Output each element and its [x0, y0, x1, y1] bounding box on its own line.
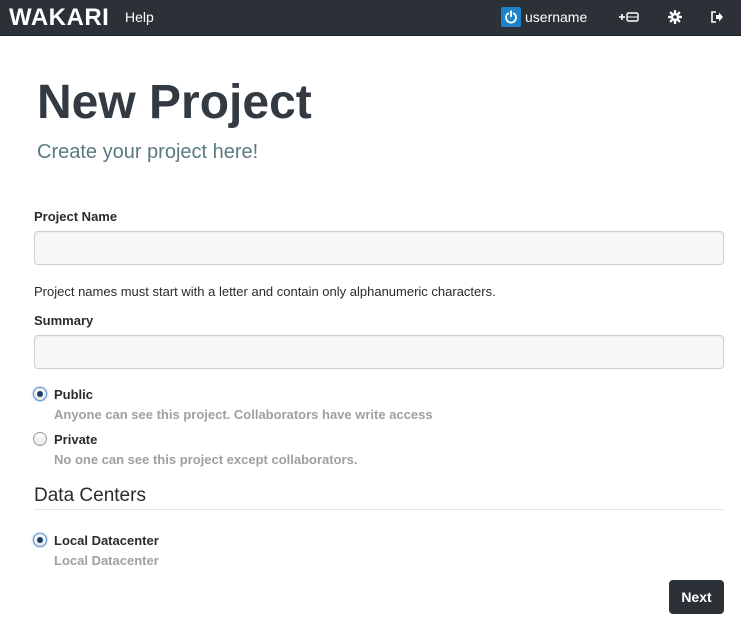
- private-description: No one can see this project except colla…: [54, 452, 358, 467]
- data-centers-heading: Data Centers: [34, 485, 146, 506]
- page-title: New Project: [37, 76, 312, 129]
- brand-logo[interactable]: WAKARI: [9, 3, 109, 33]
- public-label[interactable]: Public: [54, 386, 93, 403]
- power-icon: [501, 7, 521, 27]
- next-button[interactable]: Next: [669, 580, 724, 614]
- local-datacenter-radio[interactable]: [33, 533, 47, 547]
- public-radio[interactable]: [33, 387, 47, 401]
- page-subtitle: Create your project here!: [37, 141, 259, 163]
- public-description: Anyone can see this project. Collaborato…: [54, 407, 433, 422]
- local-datacenter-description: Local Datacenter: [54, 553, 159, 568]
- summary-input[interactable]: [34, 335, 724, 369]
- summary-label: Summary: [34, 313, 94, 328]
- project-name-input[interactable]: [34, 231, 724, 265]
- section-divider: [34, 509, 724, 510]
- private-radio[interactable]: [33, 432, 47, 446]
- project-name-help: Project names must start with a letter a…: [34, 284, 496, 299]
- user-menu[interactable]: username: [501, 6, 587, 28]
- help-link[interactable]: Help: [125, 8, 154, 26]
- logout-icon[interactable]: [709, 8, 725, 26]
- top-navbar: WAKARI Help username: [0, 0, 741, 36]
- project-name-label: Project Name: [34, 209, 118, 224]
- add-drive-icon[interactable]: [618, 8, 640, 26]
- username-label: username: [525, 9, 588, 25]
- gear-icon[interactable]: [667, 8, 683, 26]
- local-datacenter-label[interactable]: Local Datacenter: [54, 532, 159, 549]
- private-label[interactable]: Private: [54, 431, 97, 448]
